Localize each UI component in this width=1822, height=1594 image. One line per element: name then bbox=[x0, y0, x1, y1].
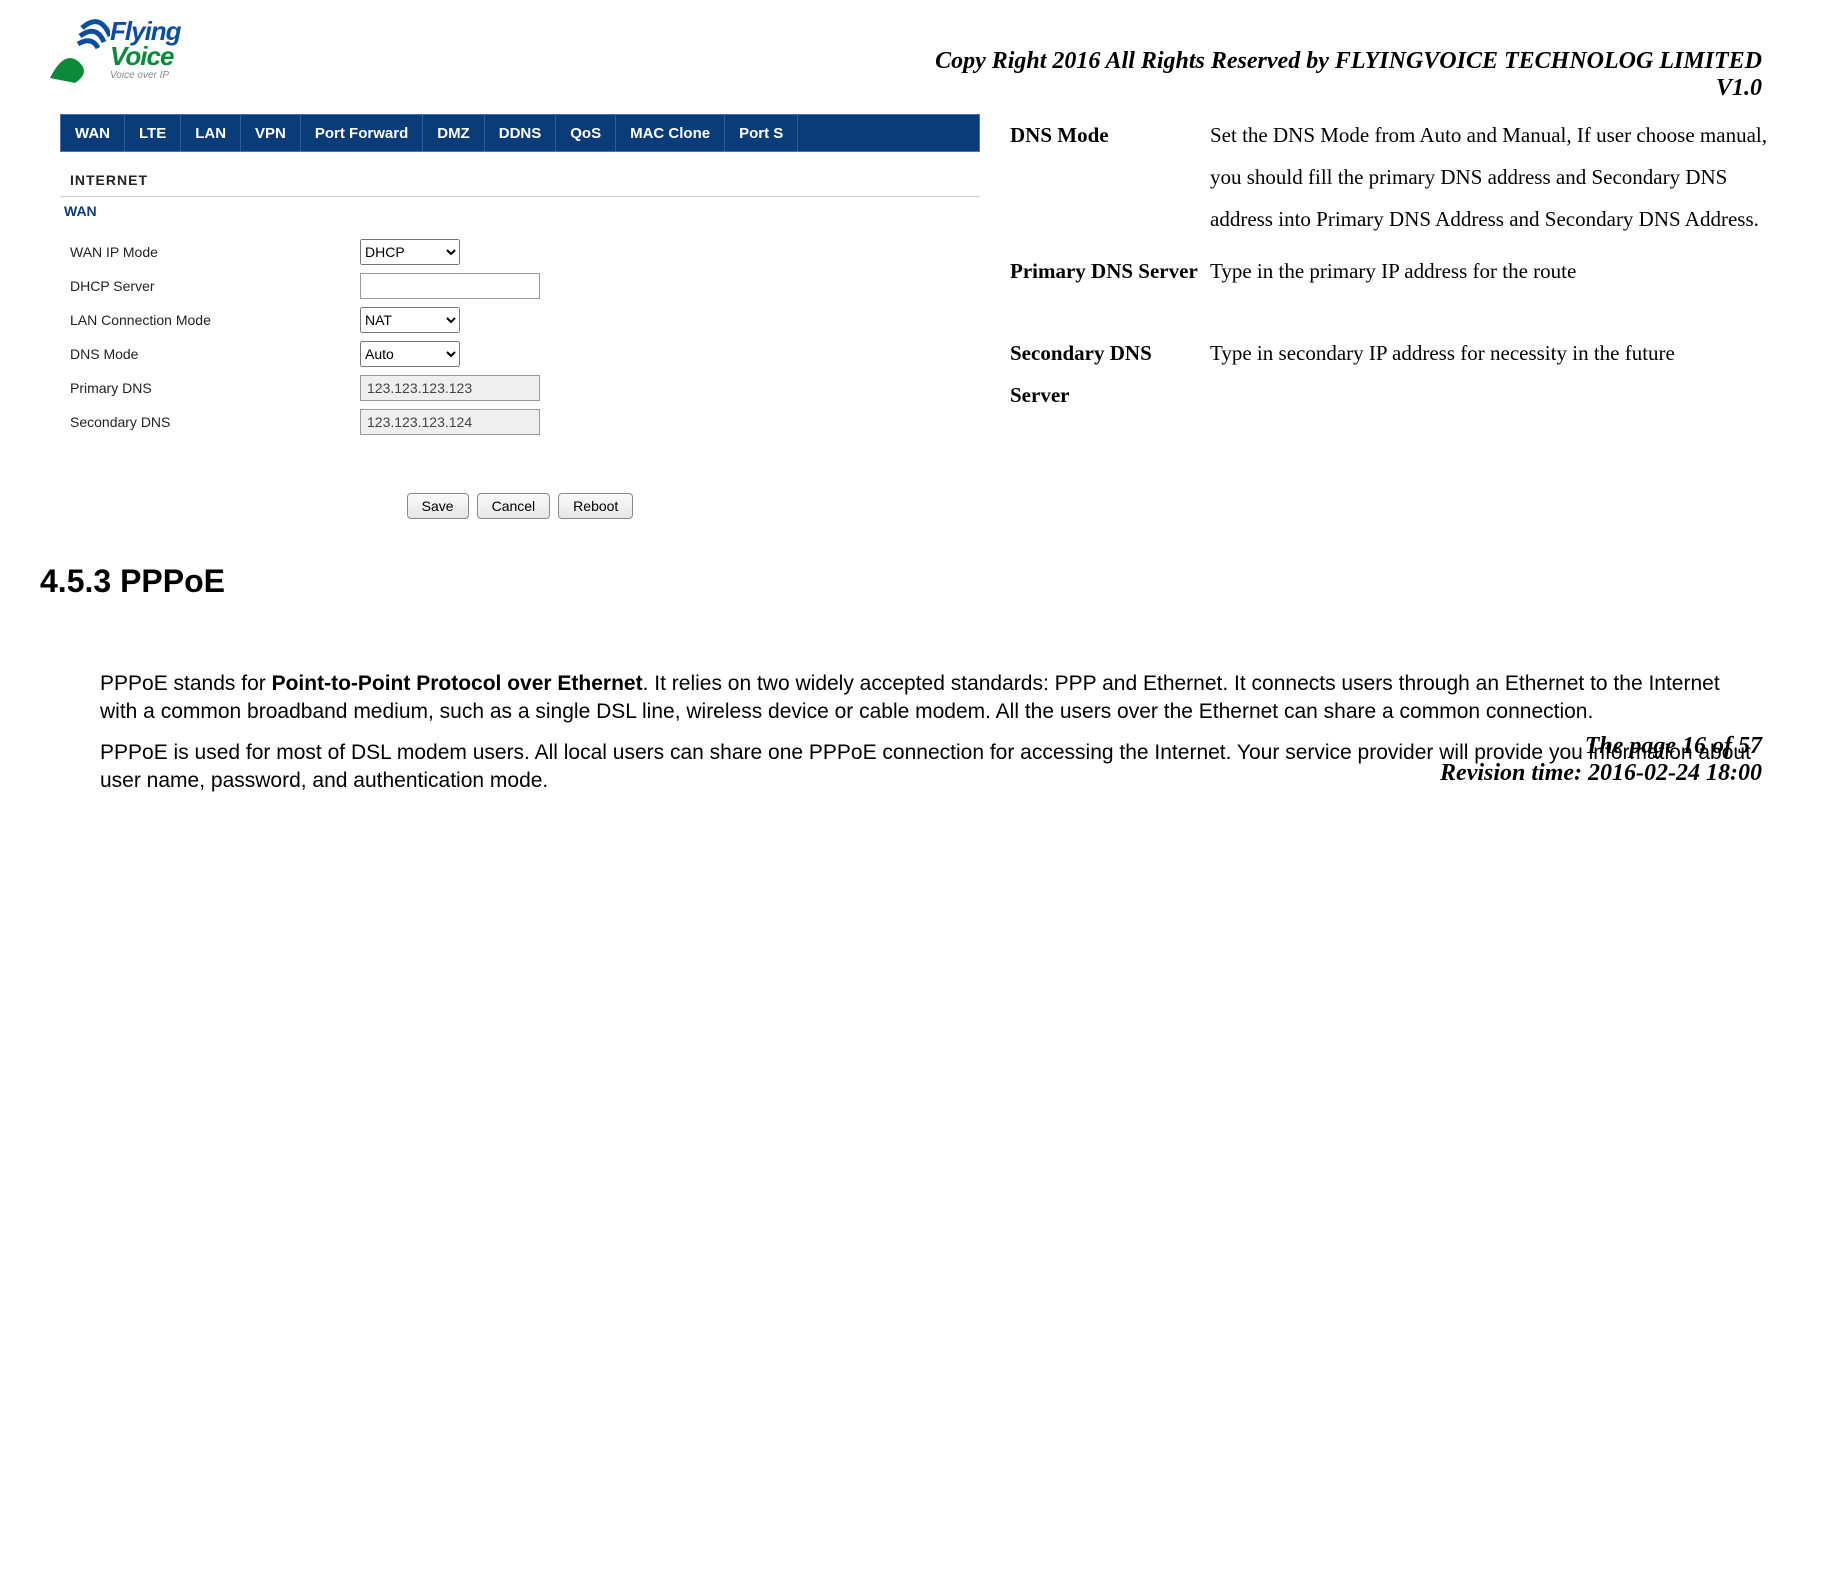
tab-mac-clone[interactable]: MAC Clone bbox=[616, 115, 725, 151]
cancel-button[interactable]: Cancel bbox=[477, 493, 551, 519]
para1-pre: PPPoE stands for bbox=[100, 672, 272, 695]
tab-wan[interactable]: WAN bbox=[61, 115, 125, 151]
version-text: V1.0 bbox=[180, 75, 1762, 102]
copyright-text: Copy Right 2016 All Rights Reserved by F… bbox=[935, 48, 1762, 74]
page-footer: The page 16 of 57 Revision time: 2016-02… bbox=[1440, 733, 1762, 787]
logo: Flying Voice Voice over IP bbox=[40, 8, 180, 88]
tab-qos[interactable]: QoS bbox=[556, 115, 616, 151]
label-lan-conn-mode: LAN Connection Mode bbox=[70, 312, 360, 328]
save-button[interactable]: Save bbox=[407, 493, 469, 519]
tab-port-setting[interactable]: Port S bbox=[725, 115, 798, 151]
reboot-button[interactable]: Reboot bbox=[558, 493, 633, 519]
input-dhcp-server[interactable] bbox=[360, 273, 540, 299]
pppoe-paragraph-1: PPPoE stands for Point-to-Point Protocol… bbox=[40, 670, 1782, 739]
desc-text-secondary-dns: Type in secondary IP address for necessi… bbox=[1210, 332, 1782, 416]
select-lan-conn-mode[interactable]: NAT bbox=[360, 307, 460, 333]
input-primary-dns[interactable] bbox=[360, 375, 540, 401]
select-dns-mode[interactable]: Auto bbox=[360, 341, 460, 367]
desc-label-dns-mode: DNS Mode bbox=[1010, 114, 1210, 240]
footer-page: The page 16 of 57 bbox=[1440, 733, 1762, 760]
label-dns-mode: DNS Mode bbox=[70, 346, 360, 362]
page-header: Flying Voice Voice over IP Copy Right 20… bbox=[40, 0, 1782, 102]
select-wan-ip-mode[interactable]: DHCP bbox=[360, 239, 460, 265]
section-header-internet: INTERNET bbox=[60, 164, 980, 197]
input-secondary-dns[interactable] bbox=[360, 409, 540, 435]
desc-label-secondary-dns: Secondary DNS Server bbox=[1010, 332, 1210, 416]
button-row: Save Cancel Reboot bbox=[60, 479, 980, 533]
desc-text-dns-mode: Set the DNS Mode from Auto and Manual, I… bbox=[1210, 114, 1782, 240]
label-dhcp-server: DHCP Server bbox=[70, 278, 360, 294]
logo-tagline: Voice over IP bbox=[110, 70, 181, 81]
tab-vpn[interactable]: VPN bbox=[241, 115, 301, 151]
label-wan-ip-mode: WAN IP Mode bbox=[70, 244, 360, 260]
logo-wave-icon bbox=[40, 8, 110, 88]
logo-text-voice: Voice bbox=[110, 41, 181, 72]
copyright: Copy Right 2016 All Rights Reserved by F… bbox=[180, 8, 1782, 102]
tab-lte[interactable]: LTE bbox=[125, 115, 181, 151]
desc-label-primary-dns: Primary DNS Server bbox=[1010, 250, 1210, 292]
label-primary-dns: Primary DNS bbox=[70, 380, 360, 396]
section-wan-label: WAN bbox=[60, 197, 980, 235]
footer-rev: Revision time: 2016-02-24 18:00 bbox=[1440, 760, 1762, 787]
section-title-pppoe: 4.5.3 PPPoE bbox=[40, 563, 1782, 600]
tab-dmz[interactable]: DMZ bbox=[423, 115, 485, 151]
admin-screenshot: WAN LTE LAN VPN Port Forward DMZ DDNS Qo… bbox=[60, 114, 980, 533]
tab-port-forward[interactable]: Port Forward bbox=[301, 115, 423, 151]
nav-tabs: WAN LTE LAN VPN Port Forward DMZ DDNS Qo… bbox=[60, 114, 980, 152]
label-secondary-dns: Secondary DNS bbox=[70, 414, 360, 430]
field-descriptions: DNS Mode Set the DNS Mode from Auto and … bbox=[980, 114, 1782, 533]
desc-text-primary-dns: Type in the primary IP address for the r… bbox=[1210, 250, 1782, 292]
tab-lan[interactable]: LAN bbox=[181, 115, 241, 151]
tab-ddns[interactable]: DDNS bbox=[485, 115, 557, 151]
para1-bold: Point-to-Point Protocol over Ethernet bbox=[272, 672, 643, 695]
